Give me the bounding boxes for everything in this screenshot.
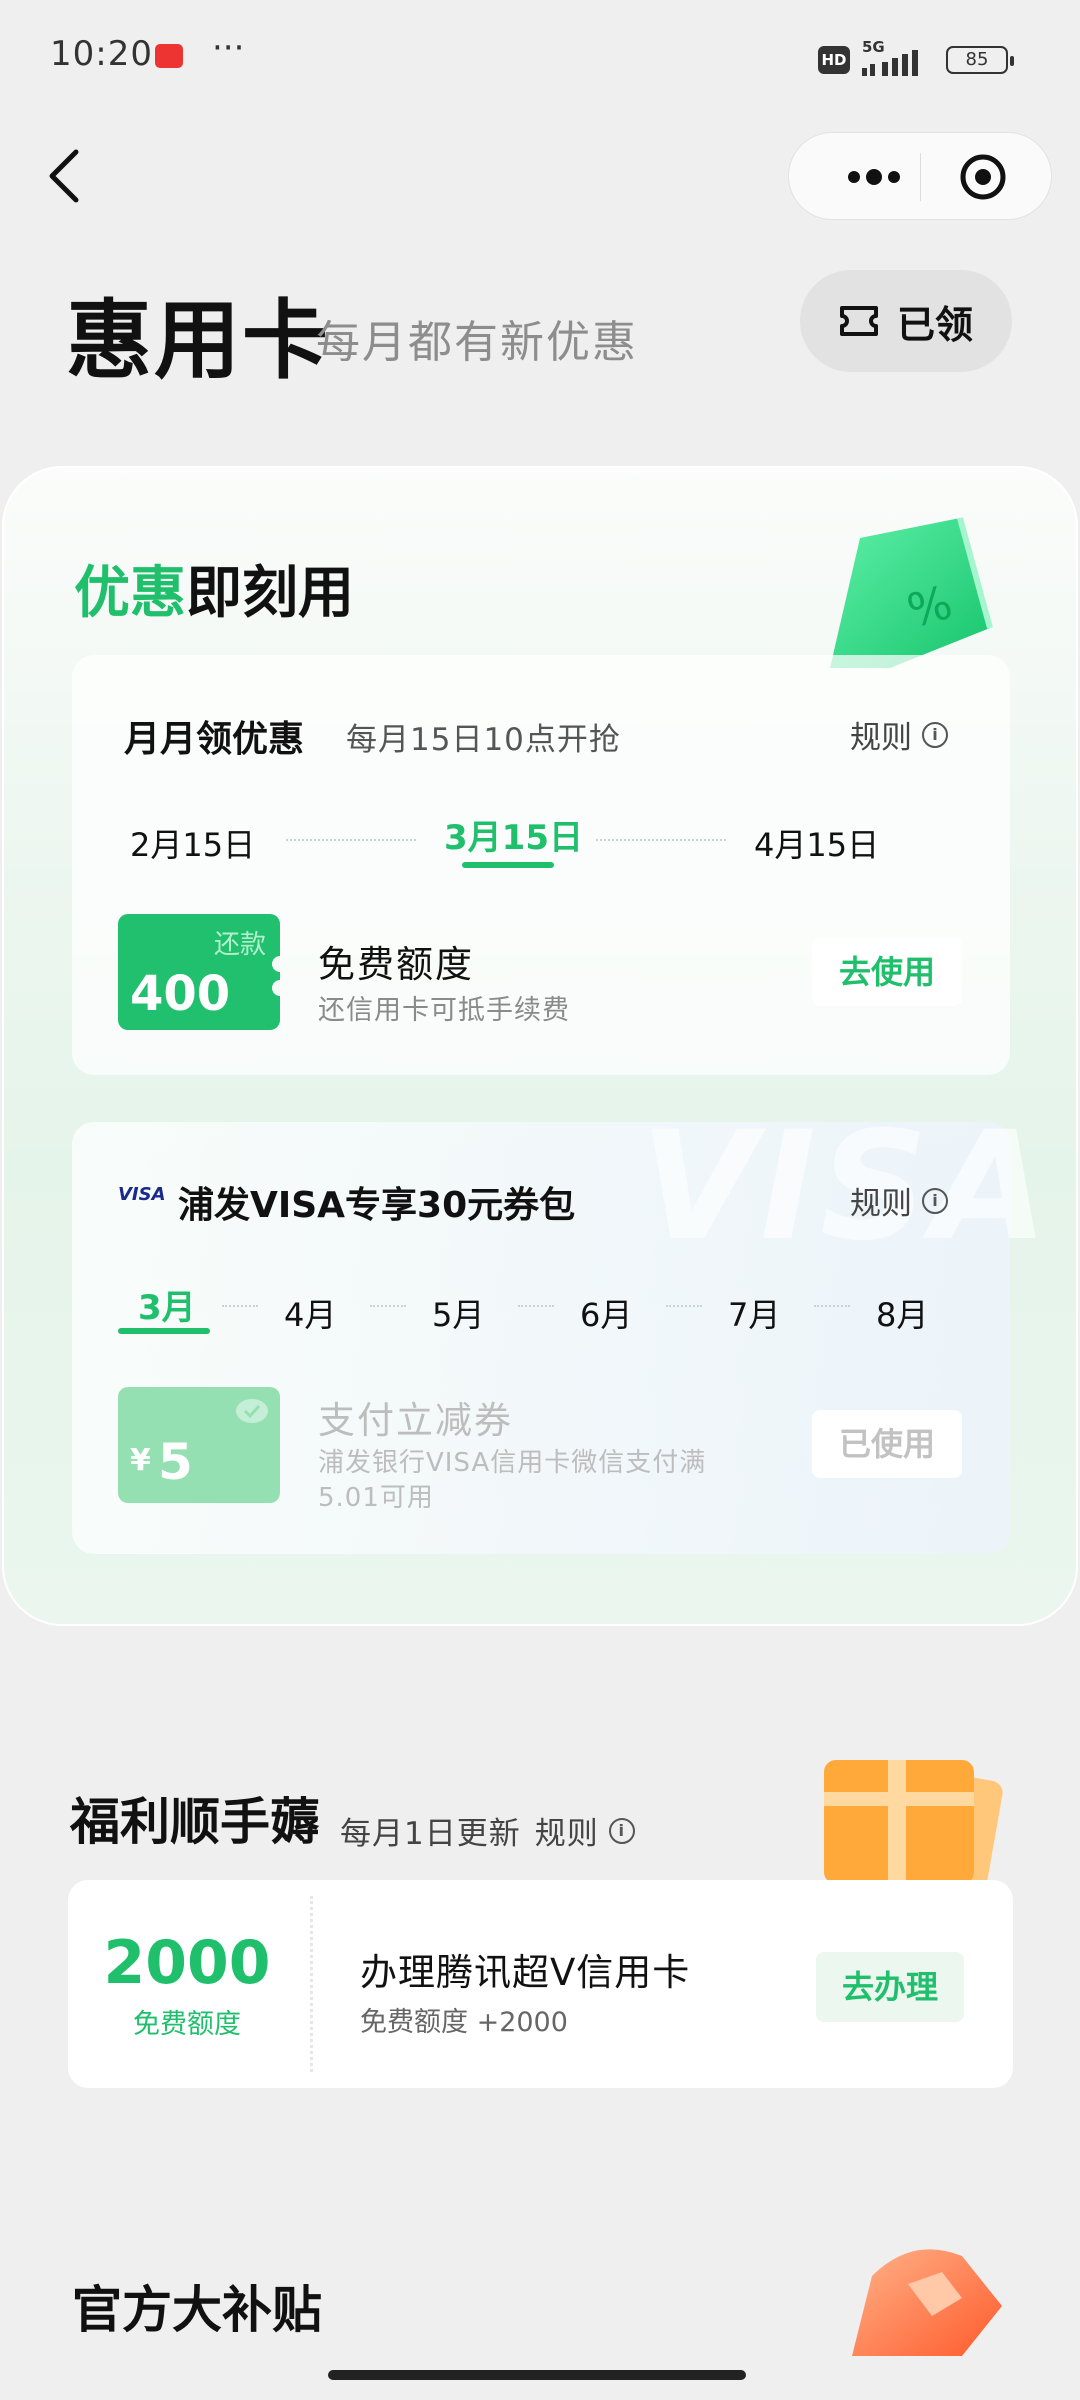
month-tab-mar[interactable]: 3月: [138, 1280, 196, 1329]
month-tab-jun[interactable]: 6月: [580, 1290, 632, 1336]
claimed-label: 已领: [896, 302, 973, 347]
notification-app-icon: [155, 44, 183, 68]
info-icon: i: [922, 1187, 948, 1214]
wechat-pay-icon: [236, 1399, 268, 1423]
info-icon: i: [608, 1817, 635, 1844]
coupon-item-desc: 还信用卡可抵手续费: [318, 995, 570, 1026]
month-tab-jul[interactable]: 7月: [728, 1290, 780, 1336]
mini-program-capsule: [788, 132, 1052, 220]
coupon-item-title: 免费额度: [318, 943, 474, 986]
claimed-coupons-button[interactable]: 已领: [800, 270, 1012, 372]
rule-label: 规则: [850, 1186, 912, 1222]
welfare-amount: 2000: [103, 1928, 271, 1998]
official-subsidy-title: 官方大补贴: [72, 2281, 322, 2339]
title-black-part: 即刻用: [186, 561, 354, 626]
visa-watermark: VISA: [640, 1100, 1053, 1274]
month-tab-may[interactable]: 5月: [432, 1290, 484, 1336]
more-options-icon[interactable]: [829, 159, 919, 195]
coupon-tag: 还款: [213, 930, 266, 960]
welfare-amount-label: 免费额度: [133, 2009, 241, 2040]
subsidy-illustration: [852, 2249, 1002, 2356]
visa-rule-link[interactable]: 规则 i: [850, 1178, 948, 1223]
back-icon[interactable]: [46, 148, 86, 204]
home-indicator[interactable]: [328, 2370, 746, 2380]
coupon-currency: ¥: [130, 1443, 151, 1478]
month-divider: [666, 1305, 702, 1307]
coupon-amount: 400: [130, 966, 231, 1022]
date-divider: [596, 839, 726, 841]
title-green-part: 优惠: [74, 561, 186, 626]
coupon-item-title: 支付立减券: [318, 1399, 513, 1442]
welfare-card-divider: [310, 1896, 313, 2072]
month-divider: [370, 1305, 406, 1307]
battery-icon: 85: [946, 46, 1014, 74]
monthly-title: 月月领优惠: [124, 719, 305, 760]
gift-box-illustration: [824, 1760, 1003, 1888]
coupon-item-desc-line1: 浦发银行VISA信用卡微信支付满: [318, 1448, 707, 1478]
monthly-rule-link[interactable]: 规则 i: [850, 712, 948, 757]
month-divider: [518, 1305, 554, 1307]
status-time: 10:20: [50, 34, 153, 74]
hd-icon: HD: [818, 46, 850, 74]
welfare-title: 福利顺手薅: [70, 1793, 320, 1851]
active-month-indicator: [118, 1328, 210, 1334]
repayment-coupon-400: 还款 400: [118, 914, 280, 1030]
status-more-indicator: ···: [212, 28, 245, 68]
use-coupon-button[interactable]: 去使用: [812, 938, 962, 1006]
date-divider: [286, 839, 416, 841]
welfare-offer-card: 2000 免费额度 办理腾讯超V信用卡 免费额度 +2000 去办理: [68, 1880, 1013, 2088]
welfare-item-title: 办理腾讯超V信用卡: [360, 1951, 691, 1994]
active-date-indicator: [462, 862, 554, 868]
rule-label: 规则: [850, 720, 912, 756]
date-tab-feb[interactable]: 2月15日: [130, 820, 255, 866]
visa-logo: VISA: [118, 1184, 166, 1205]
month-tab-aug[interactable]: 8月: [876, 1290, 928, 1336]
date-tab-mar[interactable]: 3月15日: [444, 810, 583, 859]
page-subtitle: 每月都有新优惠: [316, 317, 638, 368]
rule-label: 规则: [534, 1816, 599, 1852]
info-icon: i: [922, 721, 948, 748]
discount-ticket-illustration: %: [830, 517, 993, 668]
welfare-item-desc: 免费额度 +2000: [360, 2007, 568, 2038]
welfare-rule-link[interactable]: 规则 i: [535, 1808, 635, 1853]
month-divider: [222, 1305, 258, 1307]
monthly-subtitle: 每月15日10点开抢: [346, 722, 621, 758]
instant-offers-title: 优惠即刻用: [74, 548, 354, 629]
month-divider: [814, 1305, 850, 1307]
ticket-icon: [839, 306, 878, 336]
welfare-subtitle-row: 每月1日更新 规则 i: [340, 1808, 635, 1853]
coupon-amount: 5: [158, 1433, 193, 1491]
welfare-subtitle: 每月1日更新: [340, 1816, 521, 1852]
month-tab-apr[interactable]: 4月: [284, 1290, 336, 1336]
visa-title: 浦发VISA专享30元券包: [178, 1185, 576, 1226]
apply-card-button[interactable]: 去办理: [816, 1952, 964, 2022]
date-tab-apr[interactable]: 4月15日: [754, 820, 879, 866]
page-title: 惠用卡: [66, 291, 330, 391]
coupon-item-desc-line2: 5.01可用: [318, 1483, 434, 1513]
welfare-amount-block: 2000 免费额度: [68, 1880, 306, 2088]
signal-icon: [862, 50, 918, 76]
used-coupon-button: 已使用: [812, 1410, 962, 1478]
payment-discount-coupon: ¥ 5: [118, 1387, 280, 1503]
close-mini-program-icon[interactable]: [959, 153, 1007, 201]
capsule-divider: [920, 153, 921, 201]
